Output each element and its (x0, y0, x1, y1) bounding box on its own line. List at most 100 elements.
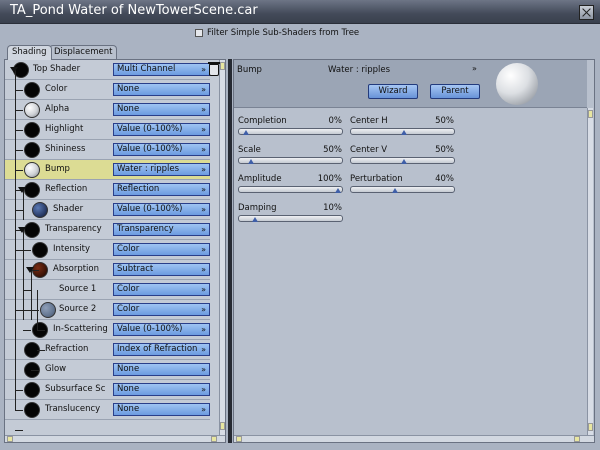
close-icon[interactable] (579, 5, 594, 20)
tree-row[interactable]: Transparency Transparency » (5, 220, 210, 240)
shader-type-dropdown[interactable]: None » (113, 383, 210, 396)
tree-row-label: Alpha (45, 104, 70, 114)
tree-row[interactable]: Top Shader Multi Channel » (5, 60, 210, 80)
tree-row-label: Source 2 (59, 304, 97, 314)
shader-type-dropdown[interactable]: None » (113, 403, 210, 416)
shader-type-dropdown[interactable]: Multi Channel » (113, 63, 210, 76)
params-horizontal-scrollbar[interactable] (234, 435, 594, 442)
tree-row[interactable]: In-Scattering Value (0-100%) » (5, 320, 210, 340)
shader-type-dropdown[interactable]: Index of Refraction» (113, 343, 210, 356)
expand-triangle-icon[interactable] (26, 267, 34, 273)
chevron-down-icon[interactable]: » (472, 64, 477, 73)
tree-connector-line (15, 410, 23, 411)
tree-row[interactable]: Reflection Reflection » (5, 180, 210, 200)
tree-row[interactable]: Source 1 Color » (5, 280, 210, 300)
tree-row-label: Source 1 (59, 284, 97, 294)
slider-knob[interactable] (401, 159, 407, 164)
shader-type-dropdown[interactable]: Water : ripples » (113, 163, 210, 176)
parent-button[interactable]: Parent (430, 84, 480, 99)
hscroll-thumb-left[interactable] (236, 436, 242, 442)
tree-row[interactable]: Alpha None » (5, 100, 210, 120)
tree-row-label: Top Shader (33, 64, 81, 74)
shader-type-dropdown[interactable]: None » (113, 103, 210, 116)
scroll-thumb-bottom[interactable] (220, 422, 225, 430)
hscroll-thumb-right[interactable] (574, 436, 580, 442)
param-slider[interactable] (350, 157, 455, 164)
shader-type-dropdown[interactable]: Value (0-100%) » (113, 203, 210, 216)
tree-row-label: Refraction (45, 344, 89, 354)
shader-type-dropdown[interactable]: None » (113, 83, 210, 96)
param-slider[interactable] (238, 128, 343, 135)
filter-simple-checkbox[interactable]: Filter Simple Sub-Shaders from Tree (195, 27, 359, 39)
dropdown-value: None (117, 84, 140, 94)
tree-horizontal-scrollbar[interactable] (5, 435, 225, 442)
tree-vertical-scrollbar[interactable] (219, 60, 225, 435)
tree-connector-line (31, 310, 39, 311)
chevron-down-icon: » (201, 105, 206, 114)
tree-row[interactable]: Shininess Value (0-100%) » (5, 140, 210, 160)
scroll-thumb-bottom[interactable] (588, 423, 593, 431)
chevron-down-icon: » (201, 265, 206, 274)
shader-type-dropdown[interactable]: Value (0-100%) » (113, 143, 210, 156)
shader-type-dropdown[interactable]: Transparency » (113, 223, 210, 236)
checkbox-icon[interactable] (195, 29, 203, 37)
param-slider[interactable] (350, 186, 455, 193)
trash-icon[interactable] (208, 62, 220, 76)
expand-triangle-icon[interactable] (10, 67, 18, 73)
slider-knob[interactable] (392, 188, 398, 193)
tree-row[interactable]: Bump Water : ripples » (5, 160, 210, 180)
tree-connector-line (15, 310, 31, 311)
shader-type-dropdown[interactable]: Reflection » (113, 183, 210, 196)
dropdown-value: Subtract (117, 264, 154, 274)
param-name: Center H (350, 116, 388, 126)
wizard-button[interactable]: Wizard (368, 84, 418, 99)
tree-row-label: Highlight (45, 124, 84, 134)
tab-shading[interactable]: Shading (7, 45, 52, 60)
chevron-down-icon: » (201, 185, 206, 194)
tree-connector-line (15, 130, 23, 131)
panel-splitter[interactable] (228, 59, 232, 443)
title-bar: TA_Pond Water of NewTowerScene.car (0, 0, 600, 24)
shader-type-dropdown[interactable]: Subtract » (113, 263, 210, 276)
shader-type-dropdown[interactable]: Value (0-100%) » (113, 323, 210, 336)
tab-displacement[interactable]: Displacement (49, 45, 118, 59)
channel-label: Bump (237, 65, 262, 75)
dropdown-value: Color (117, 304, 140, 314)
shader-type-dropdown[interactable]: None » (113, 363, 210, 376)
shader-type-dropdown[interactable]: Color » (113, 303, 210, 316)
tree-row[interactable]: Highlight Value (0-100%) » (5, 120, 210, 140)
param-slider[interactable] (350, 128, 455, 135)
hscroll-thumb-right[interactable] (211, 436, 217, 442)
tree-row[interactable]: Intensity Color » (5, 240, 210, 260)
expand-triangle-icon[interactable] (18, 187, 26, 193)
shader-type-dropdown[interactable]: Value (0-100%) » (113, 123, 210, 136)
tree-row[interactable]: Translucency None » (5, 400, 210, 420)
tree-row[interactable]: Shader Value (0-100%) » (5, 200, 210, 220)
params-vertical-scrollbar[interactable] (587, 108, 593, 435)
param-slider[interactable] (238, 186, 343, 193)
shader-name: Water : ripples (328, 65, 391, 75)
slider-knob[interactable] (335, 188, 341, 193)
hscroll-thumb-left[interactable] (7, 436, 13, 442)
slider-knob[interactable] (401, 130, 407, 135)
scroll-thumb-top[interactable] (588, 110, 593, 118)
tree-connector-line (15, 90, 23, 91)
tree-connector-line (15, 150, 23, 151)
tree-row[interactable]: Color None » (5, 80, 210, 100)
shader-header: Bump Water : ripples » Wizard Parent (234, 60, 587, 108)
slider-knob[interactable] (248, 159, 254, 164)
chevron-down-icon: » (201, 385, 206, 394)
slider-knob[interactable] (243, 130, 249, 135)
shader-preview-sphere (496, 63, 538, 105)
slider-knob[interactable] (252, 217, 258, 222)
chevron-down-icon: » (201, 245, 206, 254)
tree-row[interactable]: Subsurface Sc None » (5, 380, 210, 400)
tree-row[interactable]: Refraction Index of Refraction» (5, 340, 210, 360)
shader-ball-icon (24, 162, 40, 178)
expand-triangle-icon[interactable] (18, 227, 26, 233)
shader-type-dropdown[interactable]: Color » (113, 283, 210, 296)
scroll-thumb-top[interactable] (220, 62, 225, 70)
param-slider[interactable] (238, 215, 343, 222)
shader-type-dropdown[interactable]: Color » (113, 243, 210, 256)
param-slider[interactable] (238, 157, 343, 164)
